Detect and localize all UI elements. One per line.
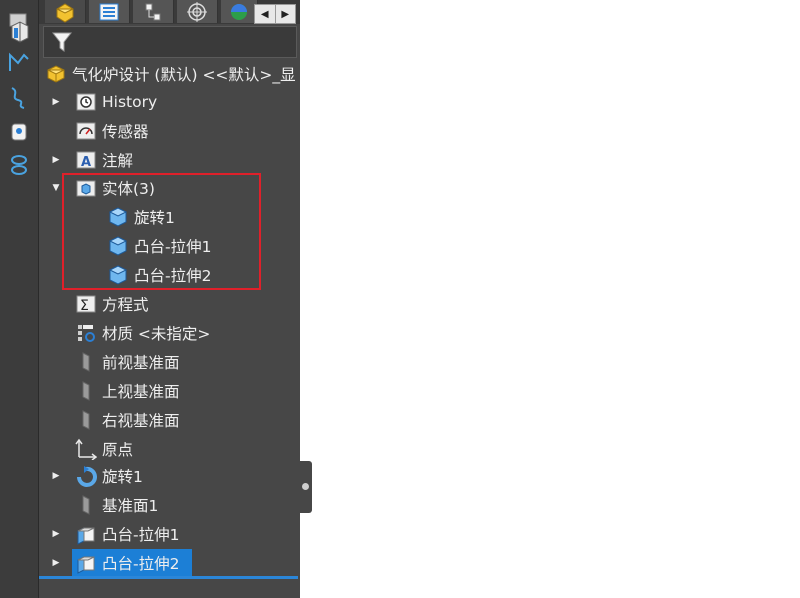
plane-icon: [82, 495, 90, 515]
annotations-expander[interactable]: ▶: [51, 155, 61, 165]
tree-item-revolve1[interactable]: 旋转1: [75, 463, 143, 489]
solid-bodies-folder-icon: [76, 180, 96, 197]
feature-manager-icon: [56, 2, 74, 23]
tree-item-solid-bodies[interactable]: 实体(3): [75, 175, 155, 201]
tree-item-body-boss-extrude2[interactable]: 凸台-拉伸2: [107, 262, 211, 288]
extrude-icon: [77, 527, 95, 545]
svg-text:Σ: Σ: [80, 298, 89, 314]
tree-item-label: 旋转1: [134, 209, 175, 227]
extrude-icon: [77, 556, 95, 574]
tab-configuration-manager[interactable]: [133, 0, 174, 23]
tree-item-label: History: [102, 93, 158, 111]
tab-scroll-right-button[interactable]: ▶: [276, 5, 296, 23]
filter-bar[interactable]: [43, 26, 297, 58]
origin-icon: [75, 438, 97, 460]
equation-icon: Σ: [76, 295, 96, 314]
sketch-icon[interactable]: [6, 49, 32, 75]
tree-item-label: 旋转1: [102, 468, 143, 486]
history-icon: [76, 93, 96, 111]
tree-item-label: 实体(3): [102, 180, 155, 198]
sensor-icon: [76, 122, 96, 140]
tab-display-manager[interactable]: [221, 0, 258, 23]
tree-item-right-plane[interactable]: 右视基准面: [75, 407, 180, 433]
tree-item-label: 右视基准面: [102, 412, 180, 430]
curve-icon[interactable]: [6, 84, 32, 110]
annotation-icon: A: [76, 151, 96, 170]
tree-item-label: 方程式: [102, 296, 149, 314]
manager-tabs: ◀ ▶: [39, 0, 300, 24]
configuration-manager-icon: [145, 3, 161, 20]
tree-item-boss-extrude2[interactable]: 凸台-拉伸2: [75, 550, 179, 576]
tree-item-body-boss-extrude1[interactable]: 凸台-拉伸1: [107, 233, 211, 259]
tree-item-label: 前视基准面: [102, 354, 180, 372]
boss-extrude2-expander[interactable]: ▶: [51, 558, 61, 568]
revolve1-expander[interactable]: ▶: [51, 471, 61, 481]
dimxpert-icon: [187, 1, 207, 22]
plane-icon: [82, 352, 90, 372]
boss-extrude1-expander[interactable]: ▶: [51, 529, 61, 539]
tree-item-annotations[interactable]: A 注解: [75, 147, 133, 173]
plane-icon: [82, 410, 90, 430]
tree-item-front-plane[interactable]: 前视基准面: [75, 349, 180, 375]
tab-scroll-arrows: ◀ ▶: [254, 4, 296, 24]
tree-root-label: 气化炉设计 (默认) <<默认>_显: [72, 66, 296, 84]
history-expander[interactable]: ▶: [51, 97, 61, 107]
solid-body-icon: [108, 236, 128, 256]
tree-item-plane1[interactable]: 基准面1: [75, 492, 158, 518]
left-toolbar: [0, 0, 39, 598]
tree-item-label: 上视基准面: [102, 383, 180, 401]
part-icon: [47, 65, 65, 83]
tree-item-label: 原点: [102, 441, 134, 459]
tree-item-boss-extrude1[interactable]: 凸台-拉伸1: [75, 521, 179, 547]
property-manager-icon: [99, 3, 119, 20]
rollback-bar[interactable]: [39, 576, 298, 579]
tree-item-label: 基准面1: [102, 497, 159, 515]
tab-scroll-left-button[interactable]: ◀: [255, 5, 276, 23]
tree-item-equations[interactable]: Σ 方程式: [75, 291, 149, 317]
tree-item-top-plane[interactable]: 上视基准面: [75, 378, 180, 404]
tab-dimxpert-manager[interactable]: [177, 0, 218, 23]
panel-splitter[interactable]: [300, 461, 312, 513]
tree-item-label: 凸台-拉伸1: [134, 238, 212, 256]
tree-item-material[interactable]: 材质 <未指定>: [75, 320, 210, 346]
plane-icon: [82, 381, 90, 401]
svg-text:A: A: [81, 155, 91, 170]
display-manager-icon: [231, 3, 247, 20]
feature-manager-panel: ◀ ▶ 气化炉设计 (默认) <<默认>_显 ▶ History 传感器 ▶ A…: [39, 0, 300, 598]
tree-item-origin[interactable]: 原点: [75, 436, 133, 462]
spring-icon[interactable]: [6, 152, 32, 178]
tree-item-label: 传感器: [102, 123, 149, 141]
surface-body-icon[interactable]: [6, 118, 32, 144]
revolve-icon: [77, 466, 97, 487]
solid-body-icon: [108, 207, 128, 227]
solid-body-icon[interactable]: [6, 18, 32, 44]
tree-item-sensors[interactable]: 传感器: [75, 118, 149, 144]
tree-item-label: 凸台-拉伸2: [134, 267, 212, 285]
solid-bodies-expander[interactable]: ▼: [51, 183, 61, 193]
tree-root[interactable]: 气化炉设计 (默认) <<默认>_显: [45, 61, 296, 87]
tree-item-label: 注解: [102, 152, 134, 170]
material-icon: [78, 325, 95, 342]
tree-item-label: 材质 <未指定>: [102, 325, 211, 343]
tab-property-manager[interactable]: [89, 0, 130, 23]
splitter-grip-icon: [302, 483, 309, 490]
tab-feature-manager[interactable]: [45, 0, 86, 23]
filter-icon[interactable]: [52, 31, 72, 53]
tree-item-body-revolve1[interactable]: 旋转1: [107, 204, 175, 230]
tree-item-label: 凸台-拉伸1: [102, 526, 180, 544]
solid-body-icon: [108, 265, 128, 285]
tree-item-label: 凸台-拉伸2: [102, 555, 180, 573]
tree-item-history[interactable]: History: [75, 89, 157, 115]
